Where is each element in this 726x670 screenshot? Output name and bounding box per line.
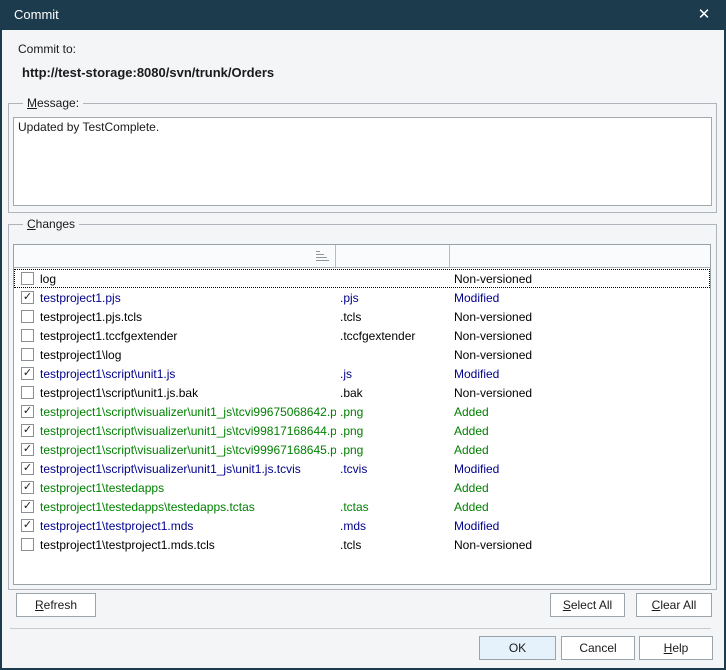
row-filename: testproject1\script\visualizer\unit1_js\… (40, 405, 336, 419)
row-extension: .tcls (336, 310, 450, 324)
sort-ascending-icon (316, 251, 329, 262)
dialog-body: Commit to: http://test-storage:8080/svn/… (2, 30, 724, 668)
row-checkbox[interactable] (21, 272, 34, 285)
row-filename: testproject1\testproject1.mds.tcls (40, 538, 215, 552)
window-title: Commit (14, 0, 59, 30)
cancel-button[interactable]: Cancel (561, 636, 635, 660)
column-header-file[interactable] (14, 245, 336, 267)
row-status: Non-versioned (450, 538, 710, 552)
row-checkbox[interactable]: ✓ (21, 443, 34, 456)
button-separator (10, 628, 711, 629)
commit-dialog: Commit ✕ Commit to: http://test-storage:… (0, 0, 726, 670)
row-checkbox[interactable]: ✓ (21, 519, 34, 532)
row-checkbox[interactable]: ✓ (21, 367, 34, 380)
table-row[interactable]: testproject1.tccfgextender .tccfgextende… (14, 326, 710, 345)
row-extension: .bak (336, 386, 450, 400)
table-row[interactable]: testproject1.pjs.tcls .tcls Non-versione… (14, 307, 710, 326)
table-row[interactable]: testproject1\log Non-versioned (14, 345, 710, 364)
table-row[interactable]: ✓ testproject1\script\visualizer\unit1_j… (14, 402, 710, 421)
row-status: Non-versioned (450, 348, 710, 362)
row-filename: testproject1\script\visualizer\unit1_js\… (40, 443, 336, 457)
row-checkbox[interactable] (21, 538, 34, 551)
row-checkbox[interactable] (21, 310, 34, 323)
select-all-button[interactable]: Select All (550, 593, 625, 617)
row-filename: testproject1.pjs (40, 291, 121, 305)
row-status: Modified (450, 291, 710, 305)
title-bar: Commit ✕ (0, 0, 726, 30)
row-extension: .tccfgextender (336, 329, 450, 343)
commit-url: http://test-storage:8080/svn/trunk/Order… (22, 65, 274, 80)
row-status: Modified (450, 519, 710, 533)
row-checkbox[interactable]: ✓ (21, 291, 34, 304)
changes-label: Changes (23, 217, 79, 231)
commit-to-label: Commit to: (18, 42, 76, 56)
row-filename: testproject1.pjs.tcls (40, 310, 142, 324)
row-filename: testproject1.tccfgextender (40, 329, 177, 343)
row-status: Non-versioned (450, 329, 710, 343)
row-checkbox[interactable]: ✓ (21, 462, 34, 475)
refresh-button[interactable]: Refresh (16, 593, 96, 617)
table-row[interactable]: ✓ testproject1\script\unit1.js .js Modif… (14, 364, 710, 383)
row-extension: .png (336, 443, 450, 457)
row-extension: .png (336, 424, 450, 438)
table-row[interactable]: ✓ testproject1\script\visualizer\unit1_j… (14, 421, 710, 440)
row-status: Modified (450, 367, 710, 381)
message-input[interactable] (13, 117, 712, 206)
close-icon[interactable]: ✕ (688, 0, 720, 30)
row-checkbox[interactable]: ✓ (21, 405, 34, 418)
row-status: Added (450, 443, 710, 457)
row-filename: testproject1\testedapps\testedapps.tctas (40, 500, 255, 514)
table-row[interactable]: ✓ testproject1\script\visualizer\unit1_j… (14, 459, 710, 478)
clear-all-button[interactable]: Clear All (636, 593, 712, 617)
row-status: Added (450, 481, 710, 495)
table-row[interactable]: ✓ testproject1.pjs .pjs Modified (14, 288, 710, 307)
row-status: Added (450, 424, 710, 438)
row-filename: testproject1\testedapps (40, 481, 164, 495)
table-row[interactable]: log Non-versioned (14, 269, 710, 288)
row-checkbox[interactable] (21, 348, 34, 361)
message-label: Message: (23, 96, 83, 110)
table-row[interactable]: ✓ testproject1\testproject1.mds .mds Mod… (14, 516, 710, 535)
row-status: Non-versioned (450, 272, 710, 286)
row-filename: testproject1\script\visualizer\unit1_js\… (40, 462, 301, 476)
row-filename: testproject1\testproject1.mds (40, 519, 193, 533)
row-filename: log (40, 272, 56, 286)
ok-button[interactable]: OK (479, 636, 556, 660)
row-checkbox[interactable] (21, 386, 34, 399)
changes-table-rows: log Non-versioned ✓ testproject1.pjs .pj… (14, 269, 710, 584)
row-checkbox[interactable]: ✓ (21, 481, 34, 494)
row-status: Added (450, 500, 710, 514)
changes-table: log Non-versioned ✓ testproject1.pjs .pj… (13, 244, 711, 585)
column-header-status[interactable] (450, 245, 710, 267)
row-checkbox[interactable] (21, 329, 34, 342)
row-status: Non-versioned (450, 386, 710, 400)
table-row[interactable]: ✓ testproject1\script\visualizer\unit1_j… (14, 440, 710, 459)
row-filename: testproject1\log (40, 348, 121, 362)
table-row[interactable]: ✓ testproject1\testedapps Added (14, 478, 710, 497)
row-status: Non-versioned (450, 310, 710, 324)
row-extension: .png (336, 405, 450, 419)
row-extension: .tcvis (336, 462, 450, 476)
row-extension: .pjs (336, 291, 450, 305)
row-extension: .mds (336, 519, 450, 533)
table-row[interactable]: testproject1\testproject1.mds.tcls .tcls… (14, 535, 710, 554)
row-extension: .tctas (336, 500, 450, 514)
changes-table-header (14, 245, 710, 268)
row-status: Modified (450, 462, 710, 476)
row-filename: testproject1\script\unit1.js (40, 367, 175, 381)
row-filename: testproject1\script\unit1.js.bak (40, 386, 198, 400)
row-extension: .tcls (336, 538, 450, 552)
table-row[interactable]: testproject1\script\unit1.js.bak .bak No… (14, 383, 710, 402)
row-status: Added (450, 405, 710, 419)
row-checkbox[interactable]: ✓ (21, 500, 34, 513)
row-extension: .js (336, 367, 450, 381)
table-row[interactable]: ✓ testproject1\testedapps\testedapps.tct… (14, 497, 710, 516)
row-filename: testproject1\script\visualizer\unit1_js\… (40, 424, 336, 438)
row-checkbox[interactable]: ✓ (21, 424, 34, 437)
help-button[interactable]: Help (639, 636, 713, 660)
column-header-extension[interactable] (336, 245, 450, 267)
